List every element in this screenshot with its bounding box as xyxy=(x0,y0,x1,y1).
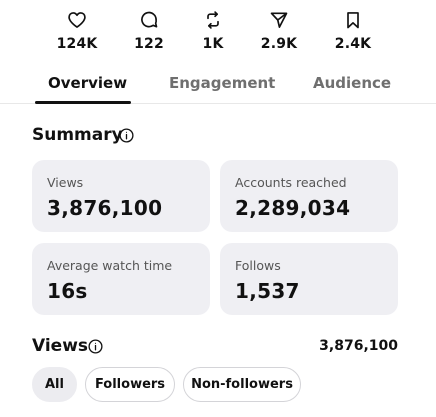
views-card[interactable]: Views 3,876,100 xyxy=(32,160,210,232)
active-tab-indicator xyxy=(35,101,131,104)
comments-count: 122 xyxy=(134,36,164,52)
reposts-stat[interactable]: 1K xyxy=(178,10,248,52)
saves-stat[interactable]: 2.4K xyxy=(318,10,388,52)
average-watch-time-card[interactable]: Average watch time 16s xyxy=(32,243,210,315)
follows-card[interactable]: Follows 1,537 xyxy=(220,243,398,315)
comment-icon xyxy=(114,10,184,32)
filter-non-followers-chip[interactable]: Non-followers xyxy=(183,367,301,402)
views-info-icon[interactable] xyxy=(88,339,103,354)
share-icon xyxy=(244,10,314,32)
filter-all-chip[interactable]: All xyxy=(32,367,77,402)
shares-stat[interactable]: 2.9K xyxy=(244,10,314,52)
views-heading: Views xyxy=(32,336,89,356)
follows-card-label: Follows xyxy=(235,258,281,273)
repost-icon xyxy=(178,10,248,32)
heart-icon xyxy=(42,10,112,32)
tab-overview[interactable]: Overview xyxy=(48,74,127,92)
likes-stat[interactable]: 124K xyxy=(42,10,112,52)
saves-count: 2.4K xyxy=(334,36,372,52)
accounts-reached-value: 2,289,034 xyxy=(235,196,351,220)
tab-engagement[interactable]: Engagement xyxy=(169,74,275,92)
tab-audience[interactable]: Audience xyxy=(313,74,391,92)
comments-stat[interactable]: 122 xyxy=(114,10,184,52)
average-watch-time-value: 16s xyxy=(47,279,88,303)
accounts-reached-label: Accounts reached xyxy=(235,175,347,190)
engagement-stats-row: 124K 122 1K 2.9K 2.4K xyxy=(0,10,436,58)
shares-count: 2.9K xyxy=(260,36,298,52)
views-card-value: 3,876,100 xyxy=(47,196,163,220)
filter-followers-chip[interactable]: Followers xyxy=(85,367,175,402)
average-watch-time-label: Average watch time xyxy=(47,258,173,273)
views-total: 3,876,100 xyxy=(319,338,398,354)
accounts-reached-card[interactable]: Accounts reached 2,289,034 xyxy=(220,160,398,232)
views-card-label: Views xyxy=(47,175,84,190)
reposts-count: 1K xyxy=(202,36,224,52)
summary-info-icon[interactable] xyxy=(119,128,134,143)
summary-heading: Summary xyxy=(32,125,123,145)
bookmark-icon xyxy=(318,10,388,32)
insights-page: 124K 122 1K 2.9K 2.4K Overview Engagemen… xyxy=(0,0,436,417)
insights-tabs: Overview Engagement Audience xyxy=(0,66,436,104)
likes-count: 124K xyxy=(56,36,98,52)
follows-card-value: 1,537 xyxy=(235,279,300,303)
